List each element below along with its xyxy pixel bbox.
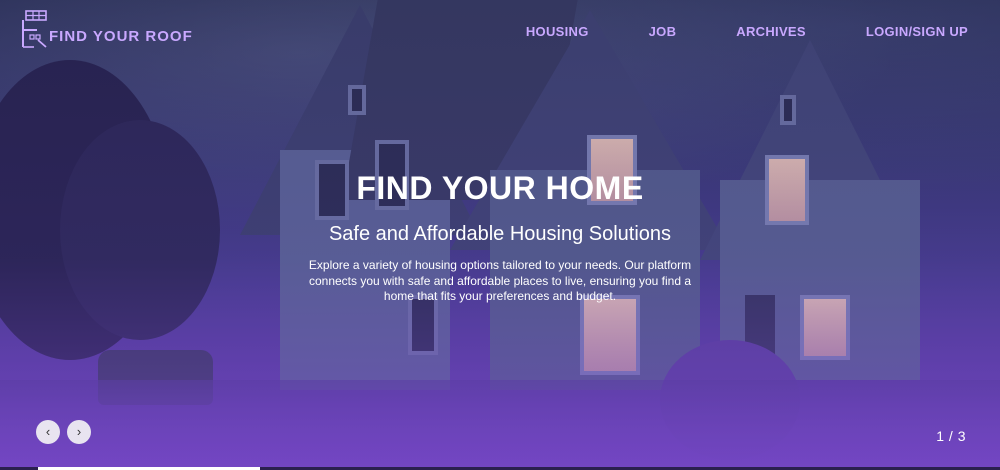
nav-archives[interactable]: ARCHIVES xyxy=(736,24,806,39)
brand-name: FIND YOUR ROOF xyxy=(49,28,193,45)
nav-job[interactable]: JOB xyxy=(649,24,677,39)
hero-subtitle: Safe and Affordable Housing Solutions xyxy=(328,223,672,245)
nav-login-signup[interactable]: LOGIN/SIGN UP xyxy=(866,24,968,39)
hero-title: FIND YOUR HOME xyxy=(356,170,644,206)
brand-logo[interactable]: FIND YOUR ROOF xyxy=(20,10,193,48)
slide-counter: 1 / 3 xyxy=(936,428,966,444)
chevron-right-icon: › xyxy=(76,424,82,439)
slider-prev-button[interactable]: ‹ xyxy=(36,420,60,444)
house-logo-icon xyxy=(20,10,48,48)
main-nav: HOUSING JOB ARCHIVES LOGIN/SIGN UP xyxy=(466,24,968,39)
slider-next-button[interactable]: › xyxy=(67,420,91,444)
nav-housing[interactable]: HOUSING xyxy=(526,24,589,39)
hero-copy: FIND YOUR HOME Safe and Affordable Housi… xyxy=(0,170,1000,305)
chevron-left-icon: ‹ xyxy=(45,424,51,439)
hero-description: Explore a variety of housing options tai… xyxy=(308,258,692,303)
